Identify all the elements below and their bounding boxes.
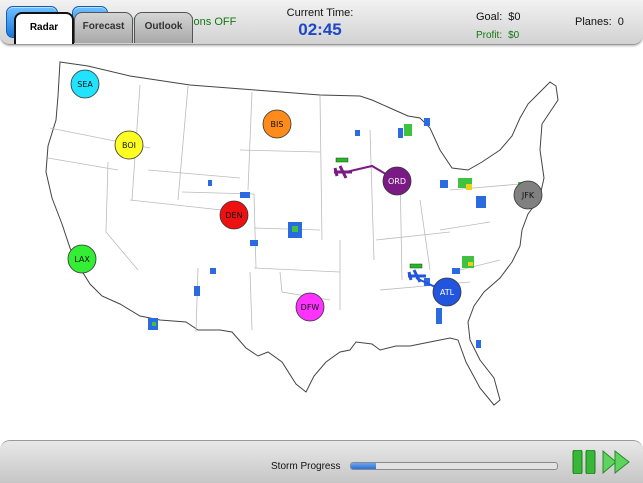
us-radar-map[interactable]: SEA BOI BIS ORD JFK DEN LAX DFW ATL bbox=[0, 45, 643, 440]
airport-atl[interactable]: ATL bbox=[432, 277, 462, 307]
airport-code-label: BIS bbox=[271, 120, 284, 129]
planes-value: 0 bbox=[617, 16, 624, 28]
profit-value: $0 bbox=[508, 30, 520, 41]
airport-sea[interactable]: SEA bbox=[70, 69, 100, 99]
planes-readout: Planes: 0 bbox=[575, 16, 624, 28]
tab-forecast[interactable]: Forecast bbox=[74, 12, 133, 43]
goal-readout: Goal: $0 bbox=[476, 11, 521, 23]
fast-forward-icon[interactable] bbox=[602, 450, 630, 474]
airport-code-label: DFW bbox=[301, 303, 320, 312]
goal-label: Goal: bbox=[476, 11, 503, 23]
airport-ord[interactable]: ORD bbox=[382, 166, 412, 196]
airport-code-label: SEA bbox=[77, 80, 93, 89]
tab-outlook[interactable]: Outlook bbox=[134, 12, 193, 43]
airport-den[interactable]: DEN bbox=[219, 200, 249, 230]
airport-code-label: JFK bbox=[521, 191, 535, 200]
current-time-label: Current Time: bbox=[286, 7, 354, 19]
airport-bis[interactable]: BIS bbox=[262, 109, 292, 139]
tab-radar[interactable]: Radar bbox=[14, 12, 74, 44]
airport-code-label: DEN bbox=[225, 211, 242, 220]
storm-progress-bar bbox=[350, 462, 558, 470]
airport-code-label: BOI bbox=[122, 141, 136, 150]
storm-progress-label: Storm Progress bbox=[271, 461, 341, 472]
profit-label: Profit: bbox=[476, 30, 503, 41]
storm-progress-fill bbox=[351, 463, 376, 469]
airport-code-label: ATL bbox=[440, 288, 455, 297]
airport-code-label: ORD bbox=[388, 177, 406, 186]
airport-boi[interactable]: BOI bbox=[114, 130, 144, 160]
airport-lax[interactable]: LAX bbox=[67, 244, 97, 274]
airport-jfk[interactable]: JFK bbox=[513, 180, 543, 210]
pause-icon[interactable] bbox=[572, 450, 596, 474]
planes-label: Planes: bbox=[575, 16, 612, 28]
airport-code-label: LAX bbox=[74, 255, 90, 264]
profit-readout: Profit: $0 bbox=[476, 30, 519, 41]
current-time-value: 02:45 bbox=[298, 20, 342, 39]
goal-value: $0 bbox=[508, 11, 521, 23]
airport-dfw[interactable]: DFW bbox=[295, 292, 325, 322]
